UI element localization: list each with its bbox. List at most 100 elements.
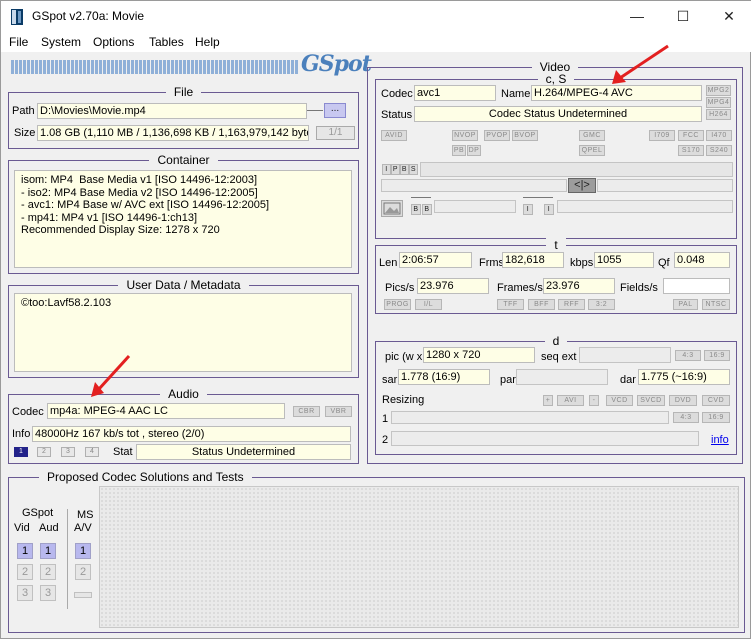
cbr-button[interactable]: CBR: [293, 406, 320, 417]
ms-solution-1-button[interactable]: 1: [75, 543, 91, 559]
browse-button[interactable]: ...: [324, 103, 346, 118]
minimize-button[interactable]: —: [614, 1, 660, 32]
bf-b2-button[interactable]: B: [422, 204, 432, 215]
ms-solution-2-button[interactable]: 2: [75, 564, 91, 580]
ratio-4-3-button[interactable]: 4:3: [675, 350, 701, 361]
info-link[interactable]: info: [711, 434, 729, 446]
resize-16-9-button[interactable]: 16:9: [702, 412, 730, 423]
bf-track: [434, 200, 516, 213]
bf-b1-button[interactable]: B: [411, 204, 421, 215]
user-data-group-title: User Data / Metadata: [118, 278, 249, 292]
swap-arrows-icon[interactable]: <|>: [568, 178, 596, 193]
kbps-field: 1055: [594, 252, 654, 268]
tff-button[interactable]: TFF: [497, 299, 524, 310]
resize-plus-button[interactable]: +: [543, 395, 553, 406]
path-field[interactable]: D:\Movies\Movie.mp4: [37, 103, 307, 119]
vid-solution-2-button[interactable]: 2: [17, 564, 33, 580]
picture-icon[interactable]: [381, 200, 403, 217]
resize-avi-button[interactable]: AVI: [557, 395, 584, 406]
gop-bar-right: [597, 179, 733, 192]
qpel-button[interactable]: QPEL: [579, 145, 605, 156]
mpg4-button[interactable]: MPG4: [706, 97, 731, 108]
frame-s-button[interactable]: S: [409, 164, 418, 175]
vid-solution-3-button[interactable]: 3: [17, 585, 33, 601]
dar-field: 1.775 (~16:9): [638, 369, 730, 385]
audio-track-2-button[interactable]: 2: [37, 447, 51, 457]
pics-label: Pics/s: [385, 282, 415, 294]
nvop-button[interactable]: NVOP: [452, 130, 478, 141]
i470-button[interactable]: I470: [706, 130, 732, 141]
menu-tables[interactable]: Tables: [149, 35, 184, 49]
frame-i-button[interactable]: I: [382, 164, 391, 175]
vid-solution-1-button[interactable]: 1: [17, 543, 33, 559]
pal-button[interactable]: PAL: [673, 299, 698, 310]
image-icon: [383, 202, 401, 215]
maximize-icon: ☐: [676, 8, 690, 24]
gmc-button[interactable]: GMC: [579, 130, 605, 141]
pic-label: pic (w x: [385, 351, 423, 363]
resize-vcd-button[interactable]: VCD: [606, 395, 633, 406]
fcc-button[interactable]: FCC: [678, 130, 704, 141]
par-label: par: [500, 374, 516, 386]
ii-i1-button[interactable]: I: [523, 204, 533, 215]
resize-row-1-label: 1: [382, 413, 389, 425]
audio-stat-label: Stat: [113, 446, 133, 458]
interlace-button[interactable]: I/L: [415, 299, 442, 310]
dp-button[interactable]: DP: [467, 145, 481, 156]
frms-field: 182,618: [502, 252, 564, 268]
container-line: isom: MP4 Base Media v1 [ISO 14496-12:20…: [21, 174, 258, 186]
vbr-button[interactable]: VBR: [325, 406, 352, 417]
aud-solution-1-button[interactable]: 1: [40, 543, 56, 559]
rff-button[interactable]: RFF: [558, 299, 585, 310]
frame-type-track: [420, 162, 733, 177]
frame-b-button[interactable]: B: [400, 164, 409, 175]
aud-solution-2-button[interactable]: 2: [40, 564, 56, 580]
prog-button[interactable]: PROG: [384, 299, 411, 310]
resize-cvd-button[interactable]: CVD: [702, 395, 730, 406]
menu-system[interactable]: System: [41, 35, 81, 49]
gspot-app-icon: [11, 9, 23, 25]
frame-p-button[interactable]: P: [391, 164, 400, 175]
i709-button[interactable]: I709: [649, 130, 675, 141]
container-line: - iso2: MP4 Base Media v2 [ISO 14496-12:…: [21, 186, 258, 199]
resize-dvd-button[interactable]: DVD: [669, 395, 697, 406]
codec-subgroup-title: c, S: [537, 72, 575, 86]
audio-info-field: 48000Hz 167 kb/s tot , stereo (2/0): [32, 426, 351, 442]
h264-button[interactable]: H264: [706, 109, 731, 120]
solutions-panel: [99, 486, 739, 628]
bff-button[interactable]: BFF: [528, 299, 555, 310]
s240-button[interactable]: S240: [706, 145, 732, 156]
close-button[interactable]: ✕: [706, 1, 751, 32]
mpg2-button[interactable]: MPG2: [706, 85, 731, 96]
aud-solution-3-button[interactable]: 3: [40, 585, 56, 601]
menu-options[interactable]: Options: [93, 35, 134, 49]
maximize-button[interactable]: ☐: [660, 1, 706, 32]
column-divider: [67, 509, 68, 609]
audio-track-1-button[interactable]: 1: [14, 447, 28, 457]
path-connector: [307, 110, 323, 111]
avid-button[interactable]: AVID: [381, 130, 407, 141]
s170-button[interactable]: S170: [678, 145, 704, 156]
ratio-16-9-button[interactable]: 16:9: [704, 350, 730, 361]
pb-button[interactable]: PB: [452, 145, 466, 156]
audio-track-4-button[interactable]: 4: [85, 447, 99, 457]
resize-minus-button[interactable]: -: [589, 395, 599, 406]
menu-help[interactable]: Help: [195, 35, 220, 49]
av-col-label: A/V: [74, 522, 92, 534]
pulldown-button[interactable]: 3:2: [588, 299, 615, 310]
container-line: Recommended Display Size: 1278 x 720: [21, 224, 220, 236]
ntsc-button[interactable]: NTSC: [702, 299, 730, 310]
timing-subgroup-title: t: [546, 238, 566, 252]
par-field: [516, 369, 608, 385]
resize-row-2-field: [391, 431, 699, 446]
resize-4-3-button[interactable]: 4:3: [673, 412, 699, 423]
resize-svcd-button[interactable]: SVCD: [637, 395, 665, 406]
bvop-button[interactable]: BVOP: [512, 130, 538, 141]
frms-label: Frms: [479, 257, 505, 269]
audio-track-3-button[interactable]: 3: [61, 447, 75, 457]
seq-ext-field: [579, 347, 671, 363]
ii-i2-button[interactable]: I: [544, 204, 554, 215]
menu-file[interactable]: File: [9, 35, 28, 49]
qf-label: Qf: [658, 257, 670, 269]
pvop-button[interactable]: PVOP: [484, 130, 510, 141]
